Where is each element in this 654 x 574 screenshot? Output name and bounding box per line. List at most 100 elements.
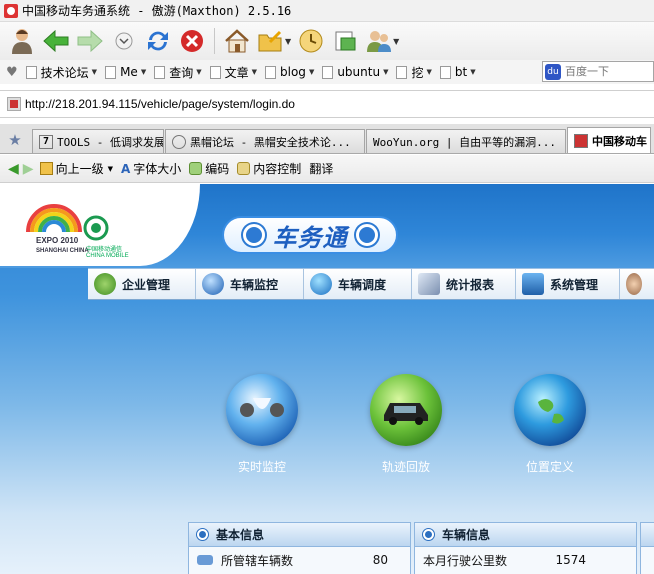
maxthon-app-icon [4, 3, 18, 18]
panel-header [641, 523, 654, 547]
person-icon [626, 273, 642, 295]
chevron-down-icon: ▼ [196, 68, 202, 76]
favorite-folder-query[interactable]: 查询 ▼ [154, 64, 202, 81]
row-value: 1574 [555, 553, 586, 567]
nav-more[interactable] [620, 269, 654, 299]
clock-icon[interactable] [297, 27, 325, 55]
tab-bar: ★ 7 TOOLS - 低调求发展 黑帽论坛 - 黑帽安全技术论... WooY… [0, 124, 654, 154]
url-input[interactable] [25, 97, 625, 111]
page-icon [322, 65, 334, 79]
feature-location-definition[interactable]: 位置定义 [505, 374, 595, 475]
up-level-button[interactable]: 向上一级 ▼ [39, 160, 113, 177]
sponsor-logo-area: EXPO 2010 SHANGHAI CHINA 中国移动通信 CHINA MOBI… [0, 184, 200, 266]
row-value: 80 [372, 553, 388, 567]
favorite-folder-me[interactable]: Me ▼ [105, 65, 146, 79]
page-icon [265, 65, 277, 79]
user-icon[interactable] [8, 27, 36, 55]
tab-favicon-icon: 7 [39, 134, 53, 149]
users-icon[interactable] [365, 27, 393, 55]
content-control-button[interactable]: 内容控制 [237, 160, 301, 177]
star-icon[interactable]: ★ [4, 127, 26, 153]
feature-realtime-monitoring[interactable]: 实时监控 [217, 374, 307, 475]
site-nav-menu: 企业管理 车辆监控 车辆调度 统计报表 系统管理 [88, 268, 654, 300]
page-icon [25, 65, 37, 79]
monitor-orb-icon [202, 273, 224, 295]
tab-heimao[interactable]: 黑帽论坛 - 黑帽安全技术论... [165, 129, 365, 153]
nav-system-management[interactable]: 系统管理 [516, 269, 620, 299]
row-label: 本月行驶公里数 [423, 553, 508, 568]
content-control-icon [237, 162, 251, 175]
brand-right-ring-icon [355, 224, 378, 246]
realtime-monitor-icon [226, 374, 298, 446]
folder-up-icon [39, 162, 53, 175]
third-info-panel [640, 522, 654, 574]
favorite-folder-dig[interactable]: 挖 ▼ [396, 64, 432, 81]
translate-button[interactable]: 翻译 [309, 160, 333, 177]
encoding-button[interactable]: 编码 [189, 160, 229, 177]
computer-icon [522, 273, 544, 295]
favorite-folder-articles[interactable]: 文章 ▼ [209, 64, 258, 81]
baidu-paw-icon[interactable]: du [545, 63, 561, 80]
favorite-folder-blog[interactable]: blog ▼ [265, 65, 314, 79]
users-dropdown-icon[interactable]: ▼ [393, 37, 399, 46]
browser-toolbar: ▼ ▼ [0, 22, 654, 60]
window-title: 中国移动车务通系统 - 傲游(Maxthon) 2.5.16 [22, 4, 292, 18]
earth-icon [514, 374, 586, 446]
site-favicon-icon [7, 97, 21, 111]
favorite-folder-bt[interactable]: bt ▼ [439, 65, 476, 79]
tab-label: TOOLS - 低调求发展 [57, 135, 164, 149]
nav-vehicle-dispatch[interactable]: 车辆调度 [304, 269, 412, 299]
nav-statistics-reports[interactable]: 统计报表 [412, 269, 516, 299]
search-input[interactable] [565, 65, 651, 78]
tab-china-mobile[interactable]: 中国移动车 [567, 127, 651, 153]
chevron-down-icon: ▼ [107, 164, 113, 173]
stop-icon[interactable] [178, 27, 206, 55]
forward-arrow-icon[interactable] [76, 27, 104, 55]
panel-row: 所管辖车辆数 80 [189, 547, 410, 573]
page-icon [154, 65, 166, 79]
refresh-icon[interactable] [144, 27, 172, 55]
page-icon [209, 65, 221, 79]
chevron-down-icon: ▼ [91, 68, 98, 76]
tab-label: WooYun.org | 自由平等的漏洞... [373, 135, 556, 149]
toolbar-separator [214, 28, 215, 54]
tab-favicon-icon [172, 134, 186, 149]
address-bar [0, 90, 654, 118]
nav-enterprise-management[interactable]: 企业管理 [88, 269, 196, 299]
favorite-folder-tech-forum[interactable]: 技术论坛 ▼ [25, 64, 98, 81]
capture-icon[interactable] [331, 27, 359, 55]
chevron-down-icon: ▼ [251, 68, 258, 76]
report-pen-icon [418, 273, 440, 295]
chevron-down-icon: ▼ [140, 68, 147, 76]
globe-icon [310, 273, 332, 295]
search-box: du [542, 61, 654, 82]
page-icon [105, 65, 117, 79]
panel-row: 本月行驶公里数 1574 [415, 547, 636, 573]
web-page: EXPO 2010 SHANGHAI CHINA 中国移动通信 CHINA MOBI… [0, 184, 654, 574]
bullet-icon [423, 529, 434, 540]
forward-small-icon[interactable]: ▶ [23, 161, 34, 177]
history-dropdown-icon[interactable] [110, 27, 138, 55]
back-arrow-icon[interactable] [42, 27, 70, 55]
font-size-button[interactable]: A 字体大小 [121, 160, 181, 177]
panel-header: 车辆信息 [415, 523, 636, 547]
window-titlebar: 中国移动车务通系统 - 傲游(Maxthon) 2.5.16 [0, 0, 654, 22]
tab-tools[interactable]: 7 TOOLS - 低调求发展 [32, 129, 164, 153]
open-folder-icon[interactable] [257, 27, 285, 55]
font-size-icon: A [120, 161, 131, 176]
row-label: 所管辖车辆数 [221, 553, 294, 568]
chevron-down-icon: ▼ [470, 68, 476, 76]
open-folder-dropdown-icon[interactable]: ▼ [285, 37, 291, 46]
encoding-icon [189, 162, 203, 175]
home-icon[interactable] [223, 27, 251, 55]
page-icon [396, 65, 408, 79]
tab-label: 黑帽论坛 - 黑帽安全技术论... [190, 135, 351, 149]
tab-wooyun[interactable]: WooYun.org | 自由平等的漏洞... [366, 129, 566, 153]
back-small-icon[interactable]: ◀ [8, 161, 19, 177]
site-brand-logo: 车务通 [222, 216, 398, 254]
feature-track-playback[interactable]: 轨迹回放 [361, 374, 451, 475]
favorite-folder-ubuntu[interactable]: ubuntu ▼ [322, 65, 388, 79]
heart-icon[interactable]: ♥ [6, 65, 18, 80]
nav-vehicle-monitoring[interactable]: 车辆监控 [196, 269, 304, 299]
expo-logo-text: EXPO 2010 SHANGHAI CHINA [36, 236, 89, 254]
